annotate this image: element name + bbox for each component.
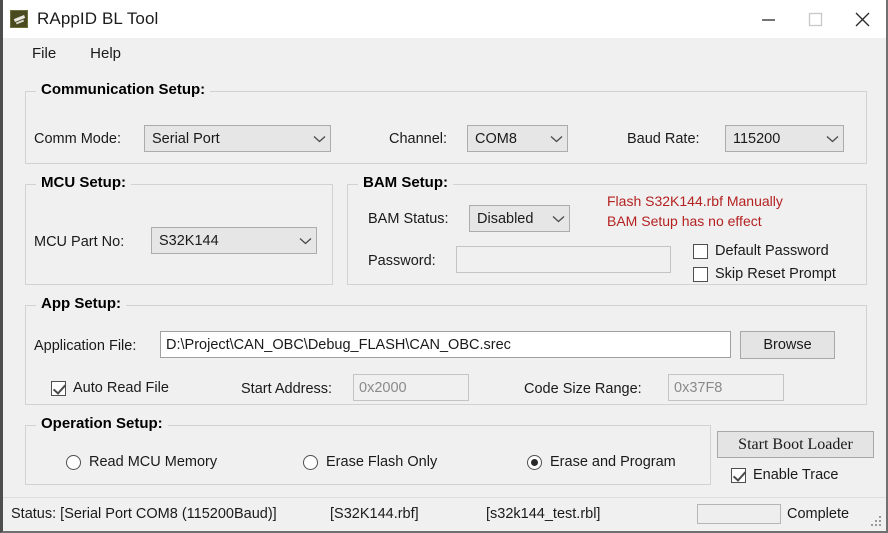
auto-read-file-checkbox[interactable]: Auto Read File: [51, 380, 169, 396]
chevron-down-icon: [294, 237, 316, 245]
status-rbf-file: [S32K144.rbf]: [330, 506, 419, 522]
maximize-icon[interactable]: [792, 0, 839, 38]
code-size-range-label: Code Size Range:: [524, 381, 642, 397]
channel-label: Channel:: [389, 131, 448, 147]
application-file-input[interactable]: D:\Project\CAN_OBC\Debug_FLASH\CAN_OBC.s…: [160, 331, 731, 358]
radio-icon: [66, 454, 81, 470]
radio-read-mcu-memory-label: Read MCU Memory: [89, 454, 218, 470]
app-window: RAppID BL Tool File Help Communication S…: [0, 0, 888, 533]
comm-mode-label: Comm Mode:: [34, 131, 122, 147]
password-field[interactable]: [456, 246, 671, 273]
status-rbl-file: [s32k144_test.rbl]: [486, 506, 601, 522]
mcu-setup-title: MCU Setup:: [36, 174, 131, 191]
start-boot-loader-button[interactable]: Start Boot Loader: [717, 431, 874, 458]
app-icon: [10, 10, 28, 28]
bam-setup-title: BAM Setup:: [358, 174, 453, 191]
baud-rate-combobox[interactable]: 115200: [725, 125, 844, 152]
enable-trace-checkbox[interactable]: Enable Trace: [731, 467, 838, 483]
channel-combobox[interactable]: COM8: [467, 125, 568, 152]
checkbox-icon: [693, 266, 708, 282]
start-address-field[interactable]: 0x2000: [353, 374, 469, 401]
baud-rate-label: Baud Rate:: [627, 131, 700, 147]
radio-read-mcu-memory[interactable]: Read MCU Memory: [66, 454, 217, 470]
radio-erase-and-program-label: Erase and Program: [550, 454, 676, 470]
bam-warning-line2: BAM Setup has no effect: [607, 213, 762, 229]
start-address-label: Start Address:: [241, 381, 333, 397]
mcu-part-no-combobox[interactable]: S32K144: [151, 227, 317, 254]
window-controls: [745, 0, 886, 38]
close-icon[interactable]: [839, 0, 886, 38]
application-file-label: Application File:: [34, 338, 137, 354]
chevron-down-icon: [547, 215, 569, 223]
chevron-down-icon: [545, 135, 567, 143]
skip-reset-prompt-label: Skip Reset Prompt: [715, 266, 836, 282]
default-password-checkbox[interactable]: Default Password: [693, 243, 829, 259]
checkbox-icon: [51, 380, 66, 396]
menu-bar: File Help: [3, 38, 886, 68]
auto-read-file-label: Auto Read File: [73, 380, 169, 396]
chevron-down-icon: [821, 135, 843, 143]
start-address-value: 0x2000: [359, 379, 407, 396]
checkbox-icon: [731, 467, 746, 483]
minimize-icon[interactable]: [745, 0, 792, 38]
radio-icon: [303, 454, 318, 470]
code-size-range-field[interactable]: 0x37F8: [668, 374, 784, 401]
radio-icon: [527, 454, 542, 470]
comm-mode-combobox[interactable]: Serial Port: [144, 125, 331, 152]
mcu-part-no-label: MCU Part No:: [34, 234, 125, 250]
status-bar: Status: [Serial Port COM8 (115200Baud)] …: [3, 497, 886, 531]
menu-item-file[interactable]: File: [21, 42, 67, 65]
radio-erase-and-program[interactable]: Erase and Program: [527, 454, 676, 470]
menu-item-help[interactable]: Help: [79, 42, 132, 65]
operation-setup-title: Operation Setup:: [36, 415, 168, 432]
mcu-part-no-value: S32K144: [159, 232, 219, 249]
default-password-label: Default Password: [715, 243, 829, 259]
bam-status-combobox[interactable]: Disabled: [469, 205, 570, 232]
complete-text: Complete: [787, 506, 850, 522]
radio-erase-flash-only[interactable]: Erase Flash Only: [303, 454, 437, 470]
baud-rate-value: 115200: [733, 130, 781, 147]
radio-erase-flash-only-label: Erase Flash Only: [326, 454, 438, 470]
channel-value: COM8: [475, 130, 517, 147]
chevron-down-icon: [308, 135, 330, 143]
enable-trace-label: Enable Trace: [753, 467, 839, 483]
communication-setup-title: Communication Setup:: [36, 81, 211, 98]
password-label: Password:: [368, 253, 436, 269]
bam-status-value: Disabled: [477, 210, 534, 227]
application-file-value: D:\Project\CAN_OBC\Debug_FLASH\CAN_OBC.s…: [166, 336, 511, 353]
progress-bar: [697, 504, 781, 524]
bam-status-label: BAM Status:: [368, 211, 449, 227]
app-setup-title: App Setup:: [36, 295, 126, 312]
status-text: Status: [Serial Port COM8 (115200Baud)]: [11, 506, 277, 522]
code-size-range-value: 0x37F8: [674, 379, 723, 396]
title-bar: RAppID BL Tool: [3, 0, 886, 38]
window-title: RAppID BL Tool: [37, 9, 159, 28]
resize-grip[interactable]: [871, 516, 883, 528]
skip-reset-prompt-checkbox[interactable]: Skip Reset Prompt: [693, 266, 836, 282]
checkbox-icon: [693, 243, 708, 259]
bam-warning-line1: Flash S32K144.rbf Manually: [607, 193, 783, 209]
comm-mode-value: Serial Port: [152, 130, 220, 147]
browse-button[interactable]: Browse: [740, 331, 835, 359]
